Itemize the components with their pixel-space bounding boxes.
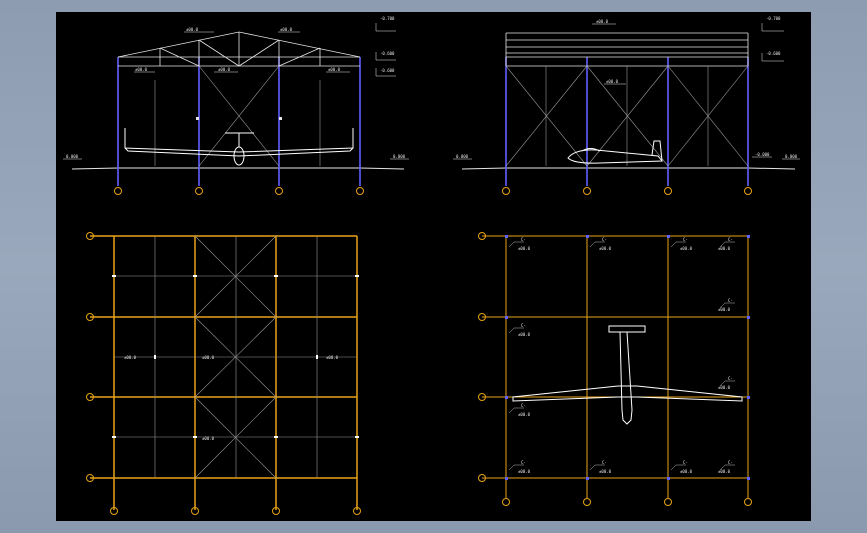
col-tag: C- — [728, 298, 733, 303]
side-grid-bubbles — [502, 187, 752, 195]
col-dim: ±00.0 — [518, 246, 531, 251]
roof-truss — [117, 31, 361, 67]
front-elevation-columns — [117, 57, 361, 186]
col-tag: C- — [521, 237, 526, 242]
elev-label: -0.700 — [380, 16, 395, 21]
level-label: -0.000 — [755, 152, 770, 157]
dim-label: ±00.0 — [202, 436, 215, 441]
col-dim: ±00.0 — [599, 246, 612, 251]
col-tag: C- — [728, 376, 733, 381]
col-tag: C- — [521, 460, 526, 465]
level-label: 0.000 — [456, 154, 469, 159]
dim-label: ±00.0 — [596, 19, 609, 24]
col-tag: C- — [728, 460, 733, 465]
front-elevation: -0.700 -0.600 -0.600 0.000 0.000 ±00.0 ±… — [63, 16, 409, 195]
elev-label: -0.600 — [766, 51, 781, 56]
floor-plan: C- ±00.0 C- ±00.0 C- ±00.0 C- ±00.0 C- ±… — [478, 232, 752, 506]
col-dim: ±00.0 — [680, 469, 693, 474]
dim-label: ±00.0 — [186, 27, 199, 32]
elev-label: -0.600 — [380, 68, 395, 73]
side-elevation: -0.700 -0.600 0.000 -0.000 0.000 ±00.0 ±… — [453, 16, 800, 195]
col-dim: ±00.0 — [718, 307, 731, 312]
col-dim: ±00.0 — [718, 385, 731, 390]
dim-label: ±00.0 — [606, 79, 619, 84]
dim-label: ±00.0 — [202, 355, 215, 360]
dim-label: ±00.0 — [280, 27, 293, 32]
floor-plan-grid — [482, 235, 749, 498]
drawing-sheet: -0.700 -0.600 -0.600 0.000 0.000 ±00.0 ±… — [63, 16, 800, 515]
front-grid-bubbles — [114, 187, 364, 195]
level-label: 0.000 — [66, 154, 79, 159]
col-tag: C- — [728, 237, 733, 242]
col-dim: ±00.0 — [718, 469, 731, 474]
elev-label: -0.600 — [380, 51, 395, 56]
col-tag: C- — [683, 460, 688, 465]
roof-purlins — [114, 235, 357, 479]
col-tag: C- — [602, 460, 607, 465]
floor-plan-bubbles — [478, 232, 752, 506]
cad-model-space[interactable]: -0.700 -0.600 -0.600 0.000 0.000 ±00.0 ±… — [56, 12, 811, 521]
dim-label: ±00.0 — [218, 67, 231, 72]
dim-label: ±00.0 — [326, 355, 339, 360]
glider-front-view — [124, 128, 354, 166]
dim-label: ±00.0 — [328, 67, 341, 72]
elev-label: -0.700 — [766, 16, 781, 21]
col-dim: ±00.0 — [599, 469, 612, 474]
col-tag: C- — [521, 403, 526, 408]
dim-label: ±00.0 — [135, 67, 148, 72]
col-dim: ±00.0 — [518, 469, 531, 474]
dim-label: ±00.0 — [124, 355, 137, 360]
wall-bracing — [154, 65, 321, 167]
glider-top-view — [512, 325, 743, 425]
side-bracing — [505, 65, 749, 167]
roof-band — [505, 32, 749, 67]
level-label: 0.000 — [785, 154, 798, 159]
roof-plan-bubbles — [86, 232, 361, 515]
col-dim: ±00.0 — [518, 332, 531, 337]
col-tag: C- — [521, 323, 526, 328]
col-dim: ±00.0 — [718, 246, 731, 251]
col-dim: ±00.0 — [518, 412, 531, 417]
col-tag: C- — [683, 237, 688, 242]
level-label: 0.000 — [393, 154, 406, 159]
col-dim: ±00.0 — [680, 246, 693, 251]
roof-plan: ±00.0 ±00.0 ±00.0 ±00.0 — [86, 232, 361, 515]
col-tag: C- — [602, 237, 607, 242]
